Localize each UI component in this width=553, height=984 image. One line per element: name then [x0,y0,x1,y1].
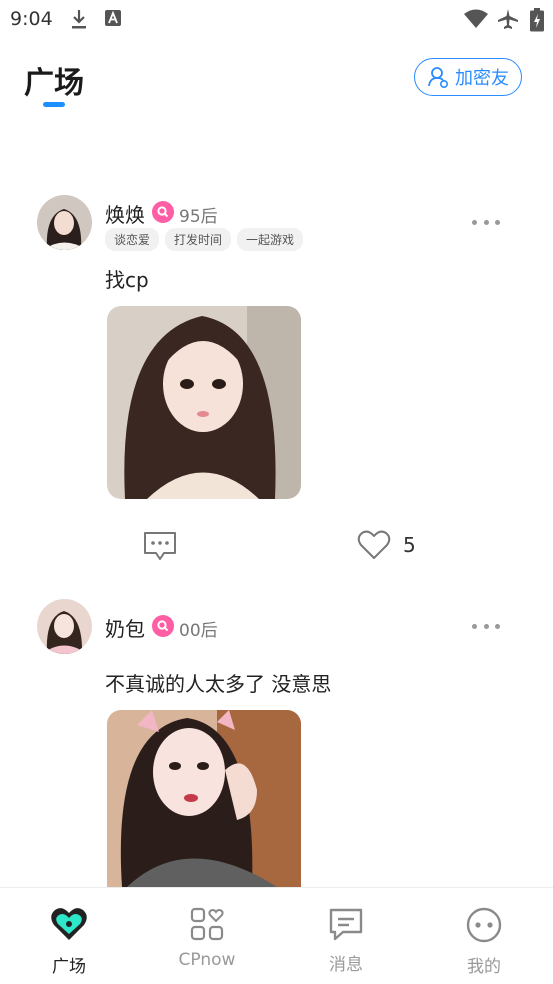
download-icon [72,10,86,29]
tag: 打发时间 [165,228,232,251]
message-icon [329,908,363,941]
nav-label: 消息 [329,955,363,975]
nav-item-square[interactable]: 广场 [0,888,138,984]
more-options-icon[interactable] [472,217,500,227]
nav-label: 我的 [467,957,501,977]
nav-label: CPnow [178,950,236,970]
post-text: 找cp [105,268,149,292]
avatar[interactable] [37,599,92,654]
grid-heart-icon [190,907,224,941]
age-label: 00后 [179,621,218,641]
airplane-icon [498,9,518,29]
tag: 谈恋爱 [105,228,160,251]
post-photo[interactable] [107,306,301,499]
age-label: 95后 [179,207,218,227]
comment-button[interactable] [142,530,178,566]
status-time: 9:04 [10,8,53,30]
wifi-icon [464,9,488,28]
add-friend-label: 加密友 [455,68,509,89]
bottom-nav: 广场 CPnow 消息 我的 [0,887,553,984]
more-options-icon[interactable] [472,621,500,631]
title-underline [43,102,65,107]
add-user-icon [428,67,448,88]
font-icon [105,10,121,26]
add-friend-button[interactable]: 加密友 [414,58,522,96]
username: 焕焕 [105,203,145,227]
like-count: 5 [403,533,416,557]
nav-item-messages[interactable]: 消息 [277,888,415,984]
tag: 一起游戏 [237,228,304,251]
like-button[interactable]: 5 [357,530,416,560]
avatar[interactable] [37,195,92,250]
post-text: 不真诚的人太多了 没意思 [105,672,332,696]
comment-icon [144,532,176,560]
heart-icon [357,530,391,559]
header: 广场 加密友 [0,50,553,120]
nav-label: 广场 [52,957,86,977]
post-photo[interactable] [107,710,301,887]
search-badge-icon [152,615,174,637]
nav-item-cpnow[interactable]: CPnow [138,888,276,984]
nav-item-profile[interactable]: 我的 [415,888,553,984]
heart-square-icon [51,908,87,940]
face-icon [466,907,502,943]
status-bar: 9:04 [0,0,553,38]
search-badge-icon [152,201,174,223]
battery-icon [530,8,544,32]
page-title: 广场 [24,66,84,101]
username: 奶包 [105,617,145,641]
tag-list: 谈恋爱 打发时间 一起游戏 [105,228,304,251]
